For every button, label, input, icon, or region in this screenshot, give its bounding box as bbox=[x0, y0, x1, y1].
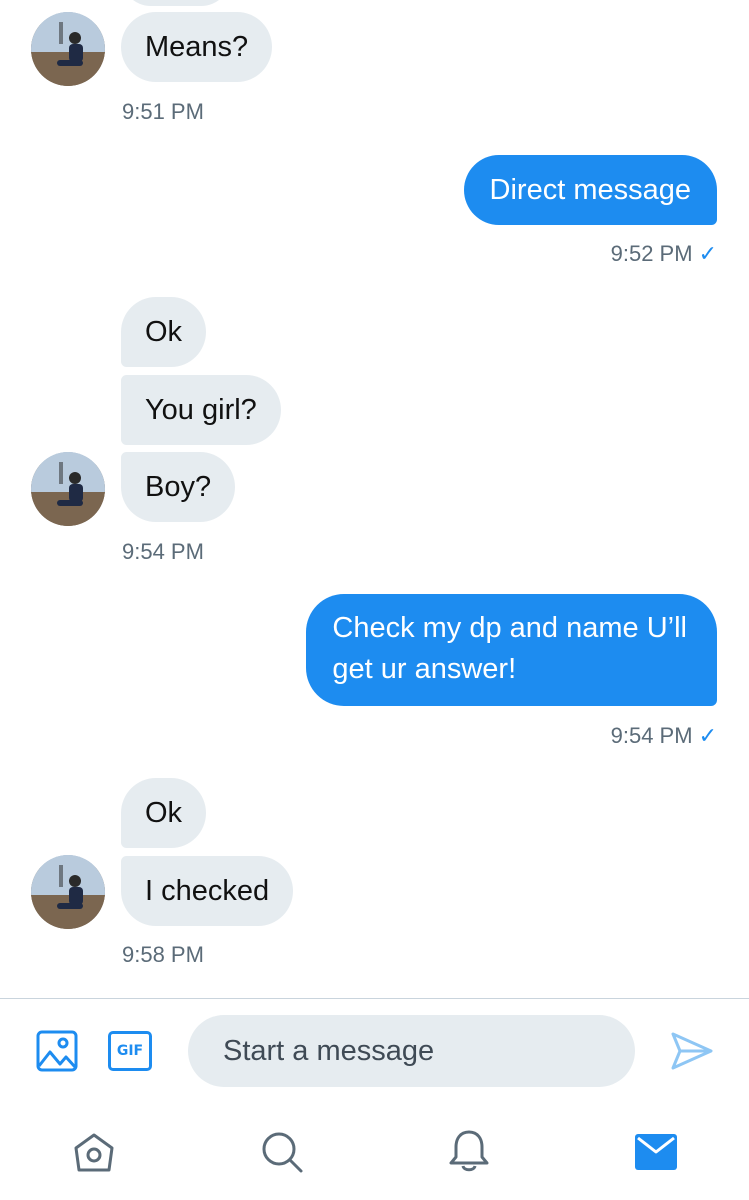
message-line: Check my dp and name U’ll bbox=[332, 612, 687, 644]
message-bubble-incoming[interactable]: Ok bbox=[121, 297, 207, 367]
message-line: get ur answer! bbox=[332, 653, 517, 685]
message-timestamp: 9:51 PM bbox=[122, 99, 204, 124]
avatar-photo bbox=[31, 452, 105, 526]
message-bubble-outgoing[interactable]: Direct message bbox=[463, 155, 717, 225]
gif-icon[interactable]: GIF bbox=[108, 1031, 152, 1071]
avatar-photo bbox=[31, 855, 105, 929]
avatar-photo bbox=[31, 12, 105, 86]
message-timestamp: 9:54 PM bbox=[122, 539, 204, 564]
home-icon[interactable] bbox=[72, 1130, 116, 1174]
message-bubble-incoming[interactable]: Boy? bbox=[121, 452, 236, 522]
read-check-icon: ✓ bbox=[698, 241, 717, 266]
message-timestamp: 9:52 PM ✓ bbox=[611, 241, 717, 267]
composer-divider bbox=[0, 998, 749, 999]
search-icon[interactable] bbox=[260, 1130, 304, 1174]
timestamp-text: 9:54 PM bbox=[610, 723, 693, 748]
message-timestamp: 9:54 PM ✓ bbox=[611, 723, 717, 749]
contact-avatar[interactable] bbox=[31, 452, 105, 526]
message-timestamp: 9:58 PM bbox=[122, 942, 204, 967]
contact-avatar[interactable] bbox=[31, 855, 105, 929]
message-bubble-incoming[interactable]: Ok bbox=[121, 778, 207, 848]
send-icon[interactable] bbox=[670, 1031, 714, 1071]
previous-bubble-edge bbox=[121, 0, 231, 6]
contact-avatar[interactable] bbox=[31, 12, 105, 86]
mail-icon[interactable] bbox=[634, 1133, 678, 1171]
message-bubble-outgoing[interactable]: Check my dp and name U’ll get ur answer! bbox=[306, 594, 717, 706]
message-input[interactable]: Start a message bbox=[188, 1015, 635, 1087]
message-bubble-incoming[interactable]: Means? bbox=[121, 12, 273, 82]
image-icon[interactable] bbox=[36, 1030, 78, 1072]
read-check-icon: ✓ bbox=[698, 723, 717, 748]
bell-icon[interactable] bbox=[447, 1128, 491, 1174]
timestamp-text: 9:52 PM bbox=[610, 241, 693, 266]
message-bubble-incoming[interactable]: You girl? bbox=[121, 375, 281, 445]
message-bubble-incoming[interactable]: I checked bbox=[121, 856, 294, 926]
